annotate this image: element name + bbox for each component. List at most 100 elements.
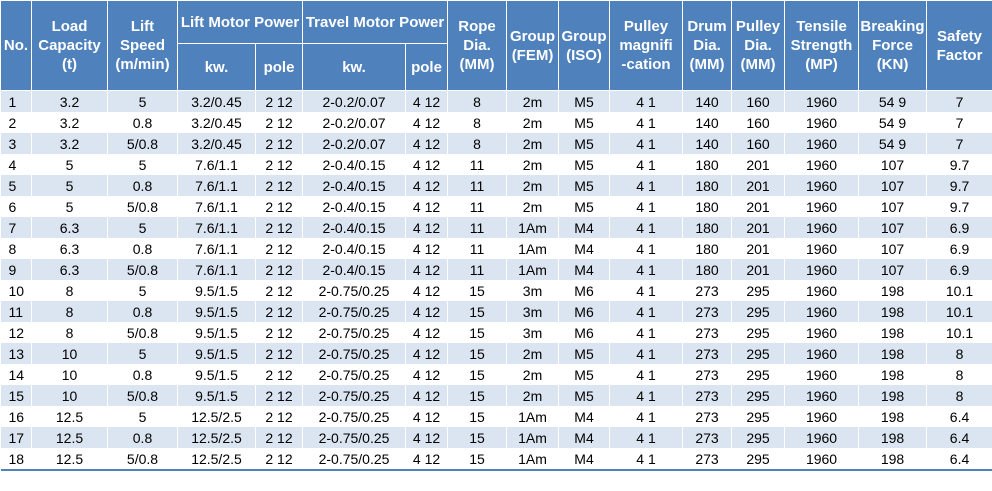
cell-no: 9 — [0, 259, 32, 280]
cell-lift-pole: 2 12 — [255, 112, 304, 133]
cell-drum-dia: 273 — [682, 406, 733, 427]
table-row: 18 12.5 5/0.8 12.5/2.5 2 12 2-0.75/0.25 4 12 15… — [0, 448, 992, 471]
cell-lift-speed: 5/0.8 — [107, 259, 178, 280]
cell-load-capacity: 3.2 — [31, 90, 108, 112]
cell-lift-kw: 9.5/1.5 — [177, 280, 256, 301]
cell-lift-kw: 12.5/2.5 — [177, 406, 256, 427]
cell-tensile-strength: 1960 — [784, 343, 860, 364]
cell-travel-kw: 2-0.4/0.15 — [302, 154, 407, 175]
cell-rope-dia: 8 — [447, 90, 508, 112]
cell-group-iso: M5 — [558, 175, 611, 196]
header-rope-dia: Rope Dia. (MM) — [447, 0, 508, 91]
cell-lift-speed: 5 — [107, 406, 178, 427]
cell-pulley-magnification: 4 1 — [609, 238, 684, 259]
cell-drum-dia: 273 — [682, 280, 733, 301]
cell-lift-pole: 2 12 — [255, 385, 304, 406]
cell-group-fem: 1Am — [506, 427, 560, 448]
cell-no: 14 — [0, 364, 32, 385]
cell-lift-kw: 7.6/1.1 — [177, 217, 256, 238]
cell-breaking-force: 198 — [858, 280, 928, 301]
cell-safety-factor: 8 — [926, 343, 992, 364]
cell-safety-factor: 10.1 — [926, 280, 992, 301]
cell-pulley-magnification: 4 1 — [609, 133, 684, 154]
cell-tensile-strength: 1960 — [784, 301, 860, 322]
cell-rope-dia: 15 — [447, 280, 508, 301]
cell-no: 18 — [0, 448, 32, 471]
cell-pulley-magnification: 4 1 — [609, 322, 684, 343]
cell-rope-dia: 11 — [447, 196, 508, 217]
cell-pulley-magnification: 4 1 — [609, 259, 684, 280]
cell-tensile-strength: 1960 — [784, 259, 860, 280]
cell-travel-pole: 4 12 — [405, 217, 449, 238]
cell-lift-pole: 2 12 — [255, 343, 304, 364]
cell-rope-dia: 15 — [447, 448, 508, 471]
cell-lift-speed: 0.8 — [107, 175, 178, 196]
table-row: 15 10 5/0.8 9.5/1.5 2 12 2-0.75/0.25 4 12 15 2m M… — [0, 385, 992, 406]
cell-breaking-force: 198 — [858, 385, 928, 406]
cell-load-capacity: 8 — [31, 301, 108, 322]
cell-lift-pole: 2 12 — [255, 90, 304, 112]
cell-travel-kw: 2-0.75/0.25 — [302, 427, 407, 448]
cell-group-iso: M4 — [558, 448, 611, 471]
cell-pulley-magnification: 4 1 — [609, 112, 684, 133]
header-drum-dia: Drum Dia. (MM) — [682, 0, 733, 91]
cell-travel-kw: 2-0.2/0.07 — [302, 133, 407, 154]
cell-tensile-strength: 1960 — [784, 90, 860, 112]
cell-drum-dia: 180 — [682, 175, 733, 196]
cell-tensile-strength: 1960 — [784, 448, 860, 471]
cell-no: 8 — [0, 238, 32, 259]
cell-breaking-force: 198 — [858, 448, 928, 471]
cell-breaking-force: 54 9 — [858, 133, 928, 154]
cell-breaking-force: 198 — [858, 406, 928, 427]
cell-drum-dia: 180 — [682, 196, 733, 217]
cell-pulley-magnification: 4 1 — [609, 280, 684, 301]
header-travel-pole: pole — [405, 43, 449, 91]
header-lift-pole: pole — [254, 43, 304, 91]
header-lift-kw: kw. — [177, 43, 256, 91]
table-body: 1 3.2 5 3.2/0.45 2 12 2-0.2/0.07 4 12 8 2m M5 4 11… — [0, 90, 992, 471]
cell-pulley-magnification: 4 1 — [609, 343, 684, 364]
cell-drum-dia: 180 — [682, 217, 733, 238]
cell-group-fem: 2m — [506, 175, 560, 196]
cell-drum-dia: 273 — [682, 322, 733, 343]
cell-pulley-magnification: 4 1 — [609, 196, 684, 217]
cell-rope-dia: 15 — [447, 427, 508, 448]
header-pulley-magnification: Pulley magnifi -cation — [609, 0, 684, 91]
cell-lift-pole: 2 12 — [255, 133, 304, 154]
cell-lift-pole: 2 12 — [255, 217, 304, 238]
cell-lift-kw: 12.5/2.5 — [177, 427, 256, 448]
header-group-iso: Group (ISO) — [558, 0, 611, 91]
cell-safety-factor: 7 — [926, 133, 992, 154]
cell-pulley-dia: 295 — [731, 280, 786, 301]
cell-travel-kw: 2-0.2/0.07 — [302, 112, 407, 133]
cell-safety-factor: 9.7 — [926, 175, 992, 196]
cell-lift-kw: 9.5/1.5 — [177, 301, 256, 322]
cell-lift-kw: 7.6/1.1 — [177, 154, 256, 175]
cell-travel-kw: 2-0.75/0.25 — [302, 448, 407, 471]
cell-tensile-strength: 1960 — [784, 406, 860, 427]
cell-lift-pole: 2 12 — [255, 322, 304, 343]
cell-drum-dia: 273 — [682, 364, 733, 385]
cell-lift-speed: 0.8 — [107, 427, 178, 448]
cell-safety-factor: 6.4 — [926, 427, 992, 448]
cell-lift-pole: 2 12 — [255, 280, 304, 301]
header-travel-motor-power: Travel Motor Power — [302, 0, 449, 44]
cell-load-capacity: 8 — [31, 280, 108, 301]
table-row: 17 12.5 0.8 12.5/2.5 2 12 2-0.75/0.25 4 12 15 1A… — [0, 427, 992, 448]
cell-travel-pole: 4 12 — [405, 301, 449, 322]
cell-group-fem: 3m — [506, 280, 560, 301]
cell-lift-speed: 5 — [107, 343, 178, 364]
cell-pulley-dia: 201 — [731, 196, 786, 217]
cell-pulley-magnification: 4 1 — [609, 364, 684, 385]
cell-rope-dia: 8 — [447, 133, 508, 154]
cell-lift-kw: 3.2/0.45 — [177, 90, 256, 112]
cell-breaking-force: 54 9 — [858, 112, 928, 133]
cell-travel-pole: 4 12 — [405, 259, 449, 280]
cell-group-fem: 3m — [506, 301, 560, 322]
cell-no: 13 — [0, 343, 32, 364]
table-row: 13 10 5 9.5/1.5 2 12 2-0.75/0.25 4 12 15 2m M5 4 1… — [0, 343, 992, 364]
cell-pulley-magnification: 4 1 — [609, 154, 684, 175]
cell-pulley-dia: 160 — [731, 90, 786, 112]
cell-breaking-force: 107 — [858, 238, 928, 259]
cell-group-fem: 1Am — [506, 448, 560, 471]
